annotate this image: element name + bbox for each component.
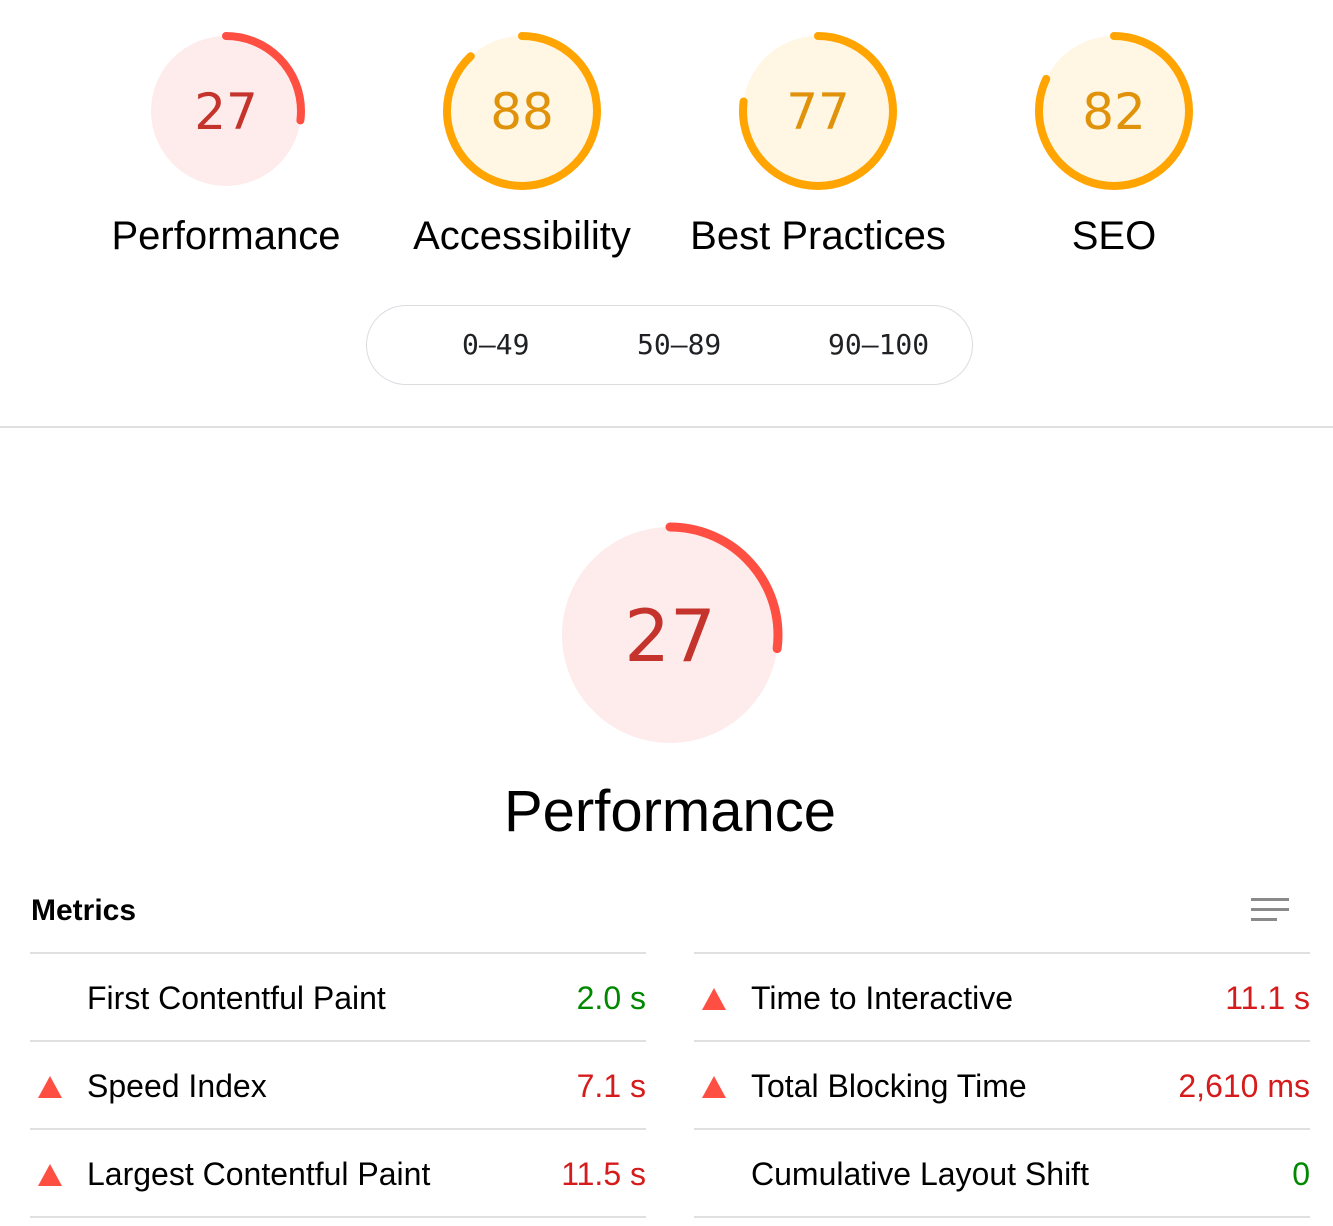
legend-range-fail: 0–49 — [462, 328, 530, 361]
gauge-best-practices[interactable]: 77 Best Practices — [668, 30, 968, 259]
gauge-ring-performance: 27 — [147, 32, 305, 190]
gauge-label-performance: Performance — [111, 214, 341, 258]
legend-range-average: 50–89 — [637, 328, 722, 361]
metric-value: 11.1 s — [1225, 980, 1310, 1016]
performance-title: Performance — [503, 779, 837, 844]
performance-gauge: 27 — [520, 520, 820, 755]
fail-triangle-icon — [702, 988, 726, 1010]
metric-value: 0 — [1292, 1156, 1310, 1192]
fail-triangle-icon — [38, 1076, 62, 1098]
gauge-ring-accessibility: 88 — [443, 32, 601, 190]
metric-name: First Contentful Paint — [87, 980, 386, 1016]
metric-row: Largest Contentful Paint 11.5 s — [30, 1128, 646, 1218]
metric-name: Cumulative Layout Shift — [751, 1156, 1089, 1192]
gauge-score: 27 — [194, 83, 258, 141]
gauge-score: 77 — [786, 83, 850, 141]
metrics-column-left: First Contentful Paint 2.0 s Speed Index… — [30, 952, 646, 1218]
fail-triangle-icon — [702, 1076, 726, 1098]
performance-gauge-ring: 27 — [557, 522, 783, 748]
legend-range-pass: 90–100 — [828, 328, 930, 361]
gauge-ring-best-practices: 77 — [739, 32, 897, 190]
category-gauges: 27 Performance 88 Accessibility 77 Best … — [0, 0, 1333, 270]
fail-triangle-icon — [38, 1164, 62, 1186]
gauge-score: 88 — [490, 83, 554, 141]
metric-name: Total Blocking Time — [751, 1068, 1027, 1104]
metrics-column-right: Time to Interactive 11.1 s Total Blockin… — [694, 952, 1310, 1218]
gauge-label-seo: SEO — [1071, 214, 1157, 258]
score-scale-legend: 0–49 50–89 90–100 — [366, 305, 973, 385]
gauge-seo[interactable]: 82 SEO — [964, 30, 1264, 259]
metric-value: 7.1 s — [576, 1068, 646, 1104]
metric-row: Total Blocking Time 2,610 ms — [694, 1040, 1310, 1128]
metric-row: Speed Index 7.1 s — [30, 1040, 646, 1128]
gauge-label-best-practices: Best Practices — [690, 214, 946, 258]
metric-value: 2.0 s — [576, 980, 646, 1016]
metric-value: 2,610 ms — [1178, 1068, 1310, 1104]
metrics-heading: Metrics — [31, 894, 137, 927]
gauge-label-accessibility: Accessibility — [413, 214, 631, 258]
metric-value: 11.5 s — [561, 1156, 646, 1192]
gauge-score: 82 — [1082, 83, 1146, 141]
metric-name: Largest Contentful Paint — [87, 1156, 431, 1192]
metric-row: Time to Interactive 11.1 s — [694, 952, 1310, 1040]
metric-name: Speed Index — [87, 1068, 267, 1104]
gauge-accessibility[interactable]: 88 Accessibility — [372, 30, 672, 259]
metric-name: Time to Interactive — [751, 980, 1014, 1016]
gauge-performance[interactable]: 27 Performance — [76, 30, 376, 259]
menu-lines-icon[interactable] — [1251, 898, 1289, 926]
gauge-score: 27 — [624, 594, 716, 678]
metric-row: First Contentful Paint 2.0 s — [30, 952, 646, 1040]
gauge-ring-seo: 82 — [1035, 32, 1193, 190]
metric-row: Cumulative Layout Shift 0 — [694, 1128, 1310, 1218]
section-divider — [0, 426, 1333, 428]
